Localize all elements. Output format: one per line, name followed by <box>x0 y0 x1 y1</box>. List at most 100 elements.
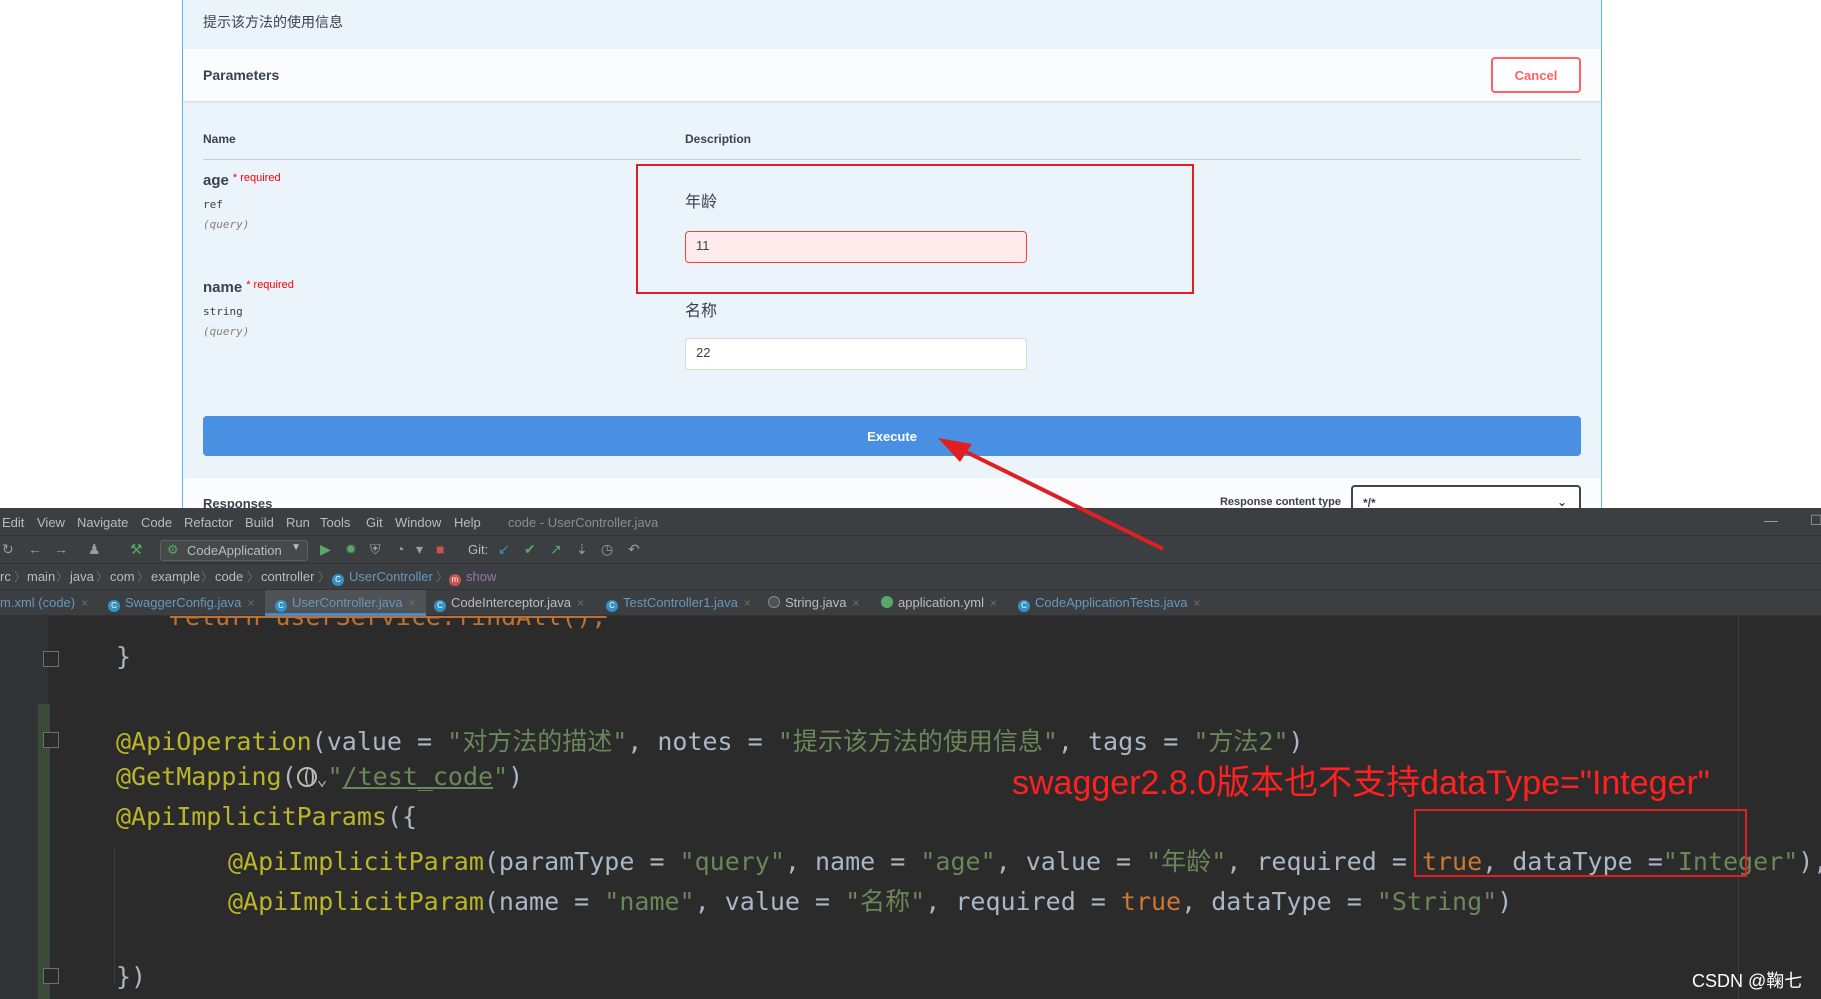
operation-block: 提示该方法的使用信息 Parameters Cancel Name Descri… <box>182 0 1602 508</box>
fold-marker-icon[interactable] <box>43 968 59 984</box>
stop-icon[interactable]: ■ <box>436 541 444 557</box>
responses-title: Responses <box>203 496 273 508</box>
code-line-get-mapping: @GetMapping(⌄"/test_code") <box>116 762 524 791</box>
breadcrumb-item[interactable]: code <box>215 569 243 584</box>
forward-icon[interactable]: → <box>54 541 68 557</box>
chevron-right-icon: 〉 <box>318 570 331 584</box>
close-icon[interactable]: × <box>409 596 416 610</box>
endpoint-link[interactable]: /test_code <box>343 762 494 791</box>
chevron-down-icon[interactable]: ▾ <box>416 541 423 558</box>
coverage-icon[interactable]: ⛨ <box>370 541 381 558</box>
tab-swagger-config[interactable]: C SwaggerConfig.java × <box>108 590 254 616</box>
menu-run[interactable]: Run <box>286 515 310 530</box>
git-commit-icon[interactable]: ✔ <box>524 541 536 558</box>
close-icon[interactable]: × <box>81 596 88 610</box>
menu-edit[interactable]: Edit <box>2 515 24 530</box>
menu-view[interactable]: View <box>37 515 65 530</box>
code-line-api-operation: @ApiOperation(value = "对方法的描述", notes = … <box>116 727 1304 756</box>
parameter-type: ref <box>203 198 223 211</box>
response-content-type-select[interactable]: */* ⌄ <box>1351 485 1581 508</box>
class-icon: C <box>108 600 120 612</box>
breadcrumb-item[interactable]: java <box>70 569 94 584</box>
close-icon[interactable]: × <box>990 596 997 610</box>
class-icon: C <box>434 600 446 612</box>
tab-application-yml[interactable]: application.yml × <box>881 590 997 616</box>
menu-refactor[interactable]: Refactor <box>184 515 233 530</box>
back-icon[interactable]: ← <box>28 541 42 557</box>
code-line-close-brace: } <box>116 642 132 671</box>
globe-icon[interactable] <box>296 767 317 787</box>
class-icon: C <box>332 574 344 586</box>
menu-window[interactable]: Window <box>395 515 441 530</box>
tab-user-controller[interactable]: C UserController.java × <box>265 590 426 616</box>
run-configuration-select[interactable]: ⚙ CodeApplication ▼ <box>160 540 308 561</box>
breadcrumb-class[interactable]: C UserController <box>332 569 433 586</box>
breadcrumb-item[interactable]: controller <box>261 569 314 584</box>
breadcrumb-item[interactable]: main <box>27 569 55 584</box>
run-configuration-label: CodeApplication <box>187 543 282 558</box>
breadcrumb-item[interactable]: com <box>110 569 135 584</box>
breadcrumb-item[interactable]: rc <box>0 569 11 584</box>
method-icon: m <box>449 574 461 586</box>
breadcrumb-method[interactable]: m show <box>449 569 496 586</box>
parameter-description: 名称 <box>685 303 718 320</box>
code-editor[interactable]: return userService.findAll(); } @ApiOper… <box>0 616 1821 999</box>
operation-notes: 提示该方法的使用信息 <box>203 14 343 30</box>
menu-build[interactable]: Build <box>245 515 274 530</box>
close-icon[interactable]: × <box>577 596 584 610</box>
indent-guide <box>114 846 115 984</box>
tab-test-controller1[interactable]: C TestController1.java × <box>606 590 751 616</box>
run-icon[interactable]: ▶ <box>320 541 331 558</box>
code-line-close-params: }) <box>116 962 147 991</box>
menu-help[interactable]: Help <box>454 515 481 530</box>
close-icon[interactable]: × <box>852 596 859 610</box>
menu-code[interactable]: Code <box>141 515 172 530</box>
fold-marker-icon[interactable] <box>43 732 59 748</box>
tab-code-application-tests[interactable]: C CodeApplicationTests.java × <box>1018 590 1201 616</box>
chevron-right-icon: 〉 <box>96 570 109 584</box>
chevron-right-icon: 〉 <box>436 570 449 584</box>
parameters-title: Parameters <box>203 67 280 83</box>
required-asterisk: * <box>246 279 251 291</box>
spring-boot-icon: ⚙ <box>167 542 179 557</box>
parameter-type: string <box>203 305 243 318</box>
highlight-box-age <box>636 164 1194 294</box>
class-icon: C <box>606 600 618 612</box>
highlight-box-datatype <box>1414 809 1747 877</box>
maximize-icon[interactable]: ☐ <box>1810 512 1821 529</box>
cancel-button[interactable]: Cancel <box>1491 57 1581 93</box>
parameter-name: name * required <box>203 279 294 296</box>
fold-marker-icon[interactable] <box>43 651 59 667</box>
sync-icon[interactable]: ↻ <box>2 541 14 558</box>
menu-navigate[interactable]: Navigate <box>77 515 128 530</box>
build-hammer-icon[interactable]: ⚒ <box>130 541 143 558</box>
user-icon[interactable]: ♟ <box>88 541 101 558</box>
menu-tools[interactable]: Tools <box>320 515 350 530</box>
breadcrumb-item[interactable]: example <box>151 569 200 584</box>
chevron-down-icon: ▼ <box>291 542 301 553</box>
git-fetch-icon[interactable]: ⇣ <box>576 541 588 558</box>
menu-git[interactable]: Git <box>366 515 383 530</box>
menu-bar: Edit View Navigate Code Refactor Build R… <box>0 508 1821 536</box>
close-icon[interactable]: × <box>744 596 751 610</box>
chevron-down-icon: ⌄ <box>1556 495 1567 508</box>
vcs-change-marker <box>38 704 50 999</box>
chevron-down-icon[interactable]: ⌄ <box>317 769 328 790</box>
tab-string[interactable]: String.java × <box>768 590 859 616</box>
parameter-in: (query) <box>203 325 250 338</box>
code-line-api-implicit-params: @ApiImplicitParams({ <box>116 802 418 831</box>
rollback-icon[interactable]: ↶ <box>628 541 640 558</box>
git-update-icon[interactable]: ↙ <box>498 541 510 558</box>
tab-code-interceptor[interactable]: C CodeInterceptor.java × <box>434 590 584 616</box>
history-icon[interactable]: ◷ <box>601 541 613 558</box>
minimize-icon[interactable]: — <box>1764 512 1778 528</box>
name-input[interactable]: 22 <box>685 338 1027 370</box>
profile-icon[interactable]: ◔ <box>396 541 404 557</box>
close-icon[interactable]: × <box>1193 596 1200 610</box>
git-push-icon[interactable]: ↗ <box>550 541 562 558</box>
execute-button[interactable]: Execute <box>203 416 1581 456</box>
close-icon[interactable]: × <box>247 596 254 610</box>
editor-tabs: m.xml (code) × C SwaggerConfig.java × C User… <box>0 590 1821 616</box>
debug-icon[interactable]: ✹ <box>345 541 357 558</box>
tab-pom[interactable]: m.xml (code) × <box>0 590 88 616</box>
